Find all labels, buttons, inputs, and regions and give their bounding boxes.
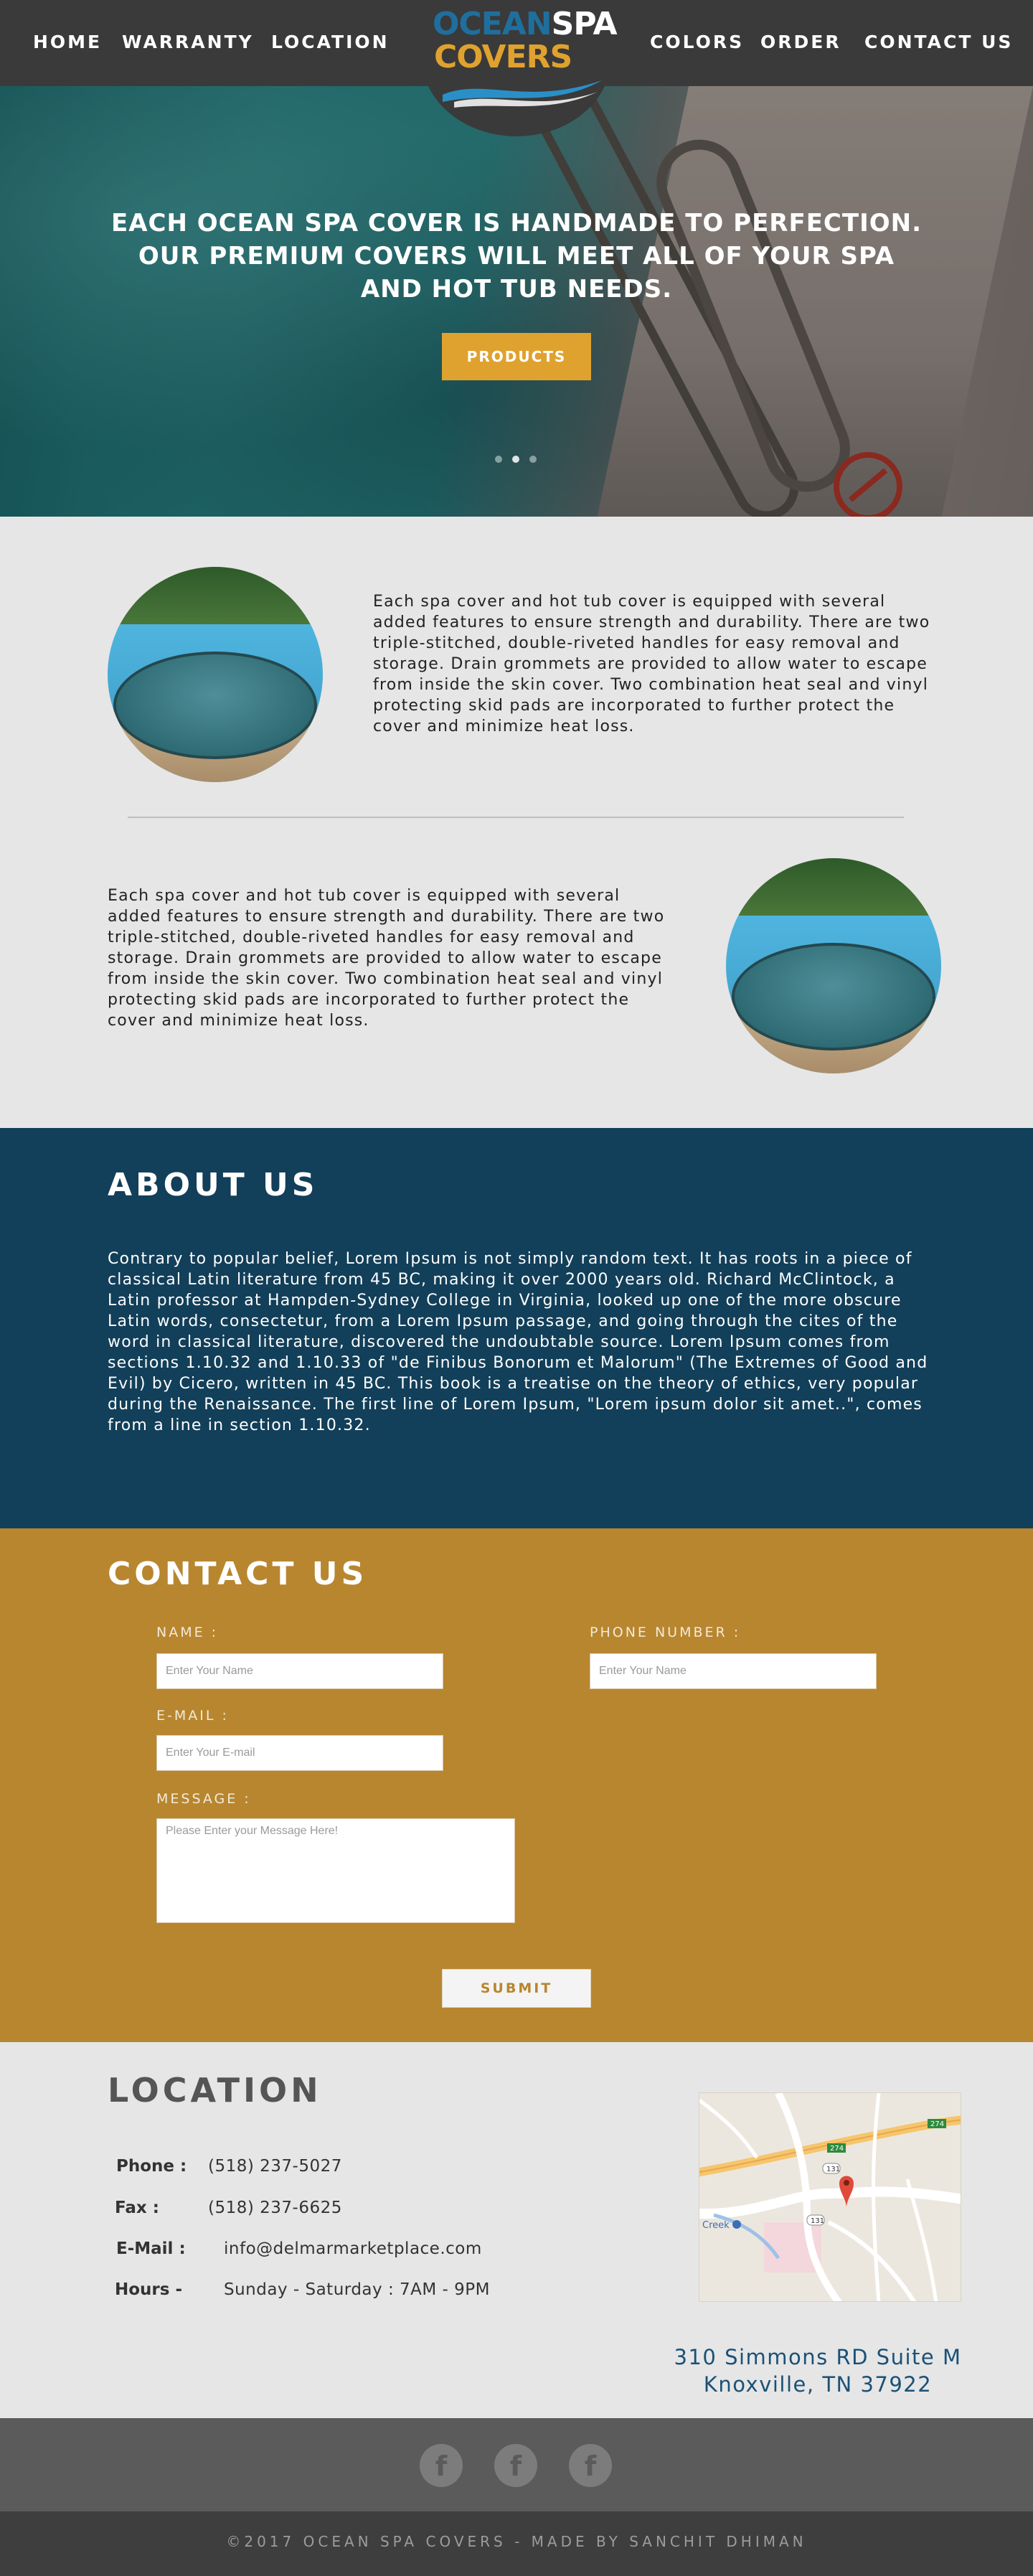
fax-info-label: Fax :: [115, 2199, 159, 2217]
facebook-icon[interactable]: f: [420, 2444, 463, 2487]
fax-info-value: (518) 237-6625: [208, 2199, 342, 2217]
spa-cover-photo: [726, 858, 941, 1073]
map-drawing: Creek 131 131 274 274: [699, 2093, 961, 2301]
phone-info-label: Phone :: [116, 2157, 187, 2176]
copyright-bar: ©2017 OCEAN SPA COVERS - MADE BY SANCHIT…: [0, 2511, 1033, 2576]
contact-title: CONTACT US: [108, 1556, 368, 1592]
feature-text-2: Each spa cover and hot tub cover is equi…: [108, 887, 665, 1030]
contact-section: CONTACT US NAME : PHONE NUMBER : E-MAIL …: [0, 1528, 1033, 2042]
copyright-text: ©2017 OCEAN SPA COVERS - MADE BY SANCHIT…: [226, 2533, 807, 2550]
about-body: Contrary to popular belief, Lorem Ipsum …: [108, 1250, 928, 1434]
nav-home-link[interactable]: HOME: [33, 32, 102, 52]
map-creek-label: Creek: [702, 2220, 730, 2231]
about-section: ABOUT US Contrary to popular belief, Lor…: [0, 1128, 1033, 1528]
email-label: E-MAIL :: [156, 1708, 229, 1724]
location-section: LOCATION Phone : (518) 237-5027 Fax : (5…: [0, 2042, 1033, 2418]
carousel-dot[interactable]: [529, 456, 537, 463]
photo-trees: [726, 858, 941, 923]
nav-warranty-link[interactable]: WARRANTY: [122, 32, 254, 52]
location-title: LOCATION: [108, 2071, 322, 2110]
features-section: Each spa cover and hot tub cover is equi…: [0, 517, 1033, 1128]
phone-info-value: (518) 237-5027: [208, 2157, 342, 2176]
social-links-bar: f f f: [0, 2418, 1033, 2511]
hero-headline: EACH OCEAN SPA COVER IS HANDMADE TO PERF…: [110, 209, 923, 304]
submit-button[interactable]: SUBMIT: [442, 1969, 591, 2008]
photo-trees: [108, 567, 323, 631]
facebook-icon[interactable]: f: [569, 2444, 612, 2487]
map-route-label: 274: [930, 2120, 944, 2128]
carousel-indicators: [495, 452, 547, 466]
logo-word-covers: COVERS: [434, 39, 572, 75]
hero-banner: EACH OCEAN SPA COVER IS HANDMADE TO PERF…: [0, 86, 1033, 517]
spa-cover-photo: [108, 567, 323, 782]
phone-label: PHONE NUMBER :: [590, 1625, 741, 1640]
map-route-label: 274: [830, 2145, 844, 2153]
map-route-label: 131: [826, 2166, 840, 2173]
email-info-label: E-Mail :: [116, 2239, 186, 2258]
phone-input[interactable]: [590, 1653, 877, 1689]
address-block: 310 Simmons RD Suite M Knoxville, TN 379…: [646, 2344, 990, 2398]
carousel-dot-active[interactable]: [512, 456, 519, 463]
name-label: NAME :: [156, 1625, 219, 1640]
address-line-1: 310 Simmons RD Suite M: [674, 2345, 962, 2369]
email-info-value[interactable]: info@delmarmarketplace.com: [224, 2239, 482, 2258]
hours-info-label: Hours -: [115, 2280, 183, 2299]
nav-contact-us-link[interactable]: CONTACT US: [864, 32, 1013, 52]
photo-spa-cover: [113, 652, 317, 759]
site-logo[interactable]: OCEANSPA COVERS: [433, 6, 618, 113]
map-route-label: 131: [811, 2217, 824, 2225]
logo-wave-icon: [443, 80, 602, 108]
name-input[interactable]: [156, 1653, 443, 1689]
email-input[interactable]: [156, 1735, 443, 1771]
section-divider: [128, 817, 904, 818]
photo-spa-cover: [732, 943, 935, 1050]
carousel-dot[interactable]: [495, 456, 502, 463]
nav-location-link[interactable]: LOCATION: [271, 32, 390, 52]
hours-info-value: Sunday - Saturday : 7AM - 9PM: [224, 2280, 490, 2299]
address-line-2: Knoxville, TN 37922: [703, 2372, 933, 2397]
nav-order-link[interactable]: ORDER: [760, 32, 841, 52]
logo-word-spa: SPA: [551, 6, 618, 42]
location-map[interactable]: Creek 131 131 274 274: [699, 2092, 961, 2302]
about-title: ABOUT US: [108, 1167, 319, 1203]
message-textarea[interactable]: [156, 1818, 515, 1923]
products-button[interactable]: PRODUCTS: [442, 333, 591, 380]
feature-text-1: Each spa cover and hot tub cover is equi…: [373, 593, 930, 735]
logo-word-ocean: OCEAN: [433, 6, 552, 42]
message-label: MESSAGE :: [156, 1791, 251, 1807]
logo-wordmark-top: OCEANSPA: [433, 6, 618, 42]
nav-colors-link[interactable]: COLORS: [650, 32, 744, 52]
facebook-icon[interactable]: f: [494, 2444, 537, 2487]
